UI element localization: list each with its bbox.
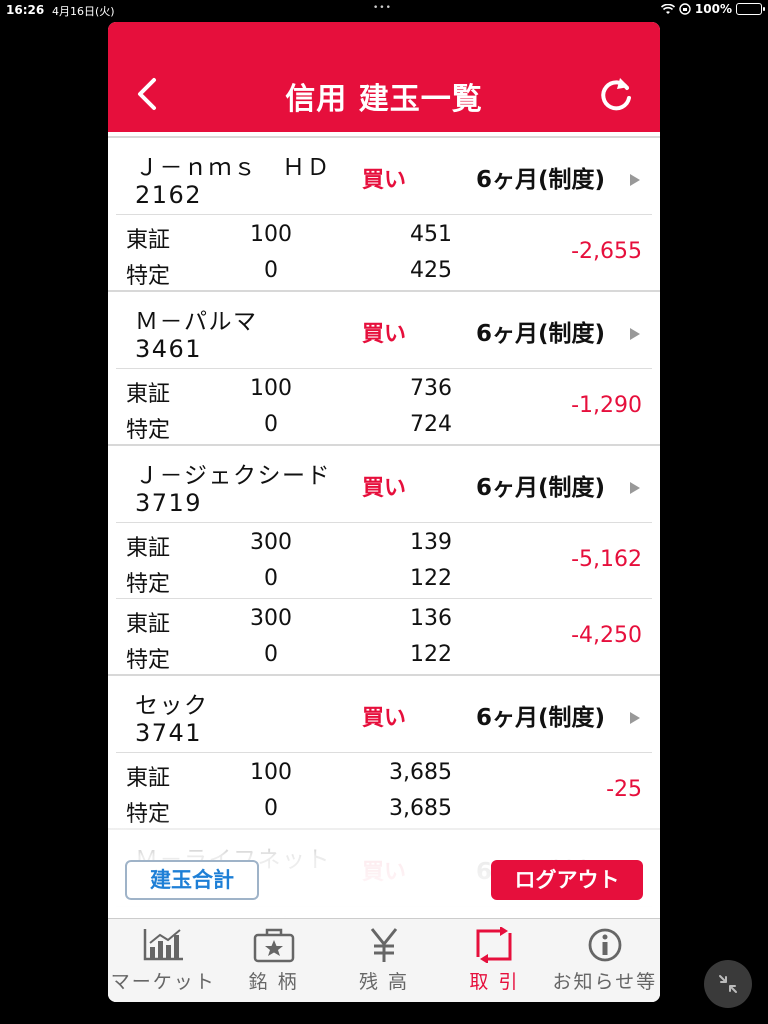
position-row[interactable]: 東証 特定 100 0 3,685 3,685 -25 [116, 752, 652, 828]
entry-price: 139 [410, 530, 452, 555]
stock-item: Ｊ－ｎｍｓ ＨＤ 2162 買い 6ヶ月(制度) 東証 特定 100 0 451… [108, 136, 660, 290]
tab-1[interactable]: 銘 柄 [218, 919, 328, 1002]
collapse-arrows-icon [719, 975, 737, 993]
profit-loss: -25 [606, 777, 642, 802]
account-type: 特定 [126, 802, 171, 827]
status-bar: 16:26 4月16日(火) ••• 100% [0, 0, 768, 20]
stock-name: セック [135, 693, 209, 719]
stock-name: Ｊ－ｎｍｓ ＨＤ [135, 155, 331, 181]
order-quantity: 0 [264, 258, 278, 283]
stock-item: セック 3741 買い 6ヶ月(制度) 東証 特定 100 0 3,685 3,… [108, 674, 660, 828]
status-right: 100% [660, 2, 765, 16]
account-type: 特定 [126, 418, 171, 443]
multitask-dots-icon: ••• [373, 3, 392, 13]
stock-code: 3461 [135, 335, 203, 363]
battery-percent: 100% [694, 2, 732, 16]
margin-term: 6ヶ月(制度) [476, 321, 606, 347]
tab-bar: マーケット 銘 柄 残 高 取 引 お知らせ等 [108, 918, 660, 1002]
position-total-button[interactable]: 建玉合計 [125, 860, 259, 900]
tab-0[interactable]: マーケット [108, 919, 218, 1002]
market-label: 東証 [126, 612, 171, 637]
trade-side: 買い [362, 322, 407, 347]
stock-header[interactable]: Ｊ－ｎｍｓ ＨＤ 2162 買い 6ヶ月(制度) [108, 138, 660, 214]
position-quantity: 100 [250, 376, 292, 401]
current-price: 122 [410, 642, 452, 667]
stock-item: Ｍ－パルマ 3461 買い 6ヶ月(制度) 東証 特定 100 0 736 72… [108, 290, 660, 444]
position-row[interactable]: 東証 特定 300 0 139 122 -5,162 [116, 522, 652, 598]
position-row[interactable]: 東証 特定 300 0 136 122 -4,250 [116, 598, 652, 674]
market-label: 東証 [126, 536, 171, 561]
margin-term: 6ヶ月(制度) [476, 475, 606, 501]
position-quantity: 100 [250, 760, 292, 785]
position-row[interactable]: 東証 特定 100 0 451 425 -2,655 [116, 214, 652, 290]
account-type: 特定 [126, 264, 171, 289]
entry-price: 736 [410, 376, 452, 401]
trade-side: 買い [362, 706, 407, 731]
stock-header[interactable]: セック 3741 買い 6ヶ月(制度) [108, 676, 660, 752]
disclosure-arrow-icon [630, 174, 640, 186]
account-type: 特定 [126, 648, 171, 673]
trade-side: 買い [362, 476, 407, 501]
account-type: 特定 [126, 572, 171, 597]
stock-item: Ｊ－ジェクシード 3719 買い 6ヶ月(制度) 東証 特定 300 0 139… [108, 444, 660, 674]
disclosure-arrow-icon [630, 328, 640, 340]
position-row[interactable]: 東証 100 555 [116, 906, 652, 918]
tab-label: マーケット [110, 971, 216, 993]
current-price: 122 [410, 566, 452, 591]
position-quantity: 300 [250, 530, 292, 555]
stock-header[interactable]: Ｍ－パルマ 3461 買い 6ヶ月(制度) [108, 292, 660, 368]
orientation-lock-icon [679, 3, 691, 15]
profit-loss: -5,162 [571, 547, 642, 572]
order-quantity: 0 [264, 642, 278, 667]
market-label: 東証 [126, 382, 171, 407]
current-price: 724 [410, 412, 452, 437]
wifi-icon [660, 3, 675, 14]
entry-price: 136 [410, 606, 452, 631]
position-row[interactable]: 東証 特定 100 0 736 724 -1,290 [116, 368, 652, 444]
profit-loss: -4,250 [571, 623, 642, 648]
stock-name: Ｊ－ジェクシード [135, 463, 331, 489]
status-date: 4月16日(火) [52, 5, 115, 18]
tab-label: 取 引 [469, 971, 520, 993]
disclosure-arrow-icon [630, 482, 640, 494]
stock-code: 3741 [135, 719, 203, 747]
stock-code: 2162 [135, 181, 203, 209]
refresh-icon[interactable] [596, 74, 636, 114]
trade-side: 買い [362, 168, 407, 193]
page-title: 信用 建玉一覧 [285, 82, 483, 117]
stock-code: 3719 [135, 489, 203, 517]
trade-side: 買い [362, 860, 407, 885]
order-quantity: 0 [264, 412, 278, 437]
margin-term: 6ヶ月(制度) [476, 167, 606, 193]
collapse-button[interactable] [704, 960, 752, 1008]
position-quantity: 300 [250, 606, 292, 631]
header-bar: 信用 建玉一覧 [108, 22, 660, 132]
order-quantity: 0 [264, 566, 278, 591]
stock-name: Ｍ－パルマ [135, 309, 258, 335]
status-time: 16:26 [6, 3, 45, 17]
margin-term: 6ヶ月(制度) [476, 705, 606, 731]
logout-button[interactable]: ログアウト [491, 860, 643, 900]
order-quantity: 0 [264, 796, 278, 821]
battery-icon [736, 3, 765, 15]
entry-price: 3,685 [389, 760, 452, 785]
profit-loss: -2,655 [571, 239, 642, 264]
entry-price: 451 [410, 222, 452, 247]
disclosure-arrow-icon [630, 712, 640, 724]
market-label: 東証 [126, 228, 171, 253]
tab-4[interactable]: お知らせ等 [550, 919, 660, 1002]
tab-label: 銘 柄 [248, 971, 299, 993]
tab-2[interactable]: 残 高 [329, 919, 439, 1002]
current-price: 3,685 [389, 796, 452, 821]
position-quantity: 100 [250, 222, 292, 247]
stock-header[interactable]: Ｊ－ジェクシード 3719 買い 6ヶ月(制度) [108, 446, 660, 522]
profit-loss: -1,290 [571, 393, 642, 418]
tab-3[interactable]: 取 引 [439, 919, 549, 1002]
app-window: 信用 建玉一覧 Ｊ－ｎｍｓ ＨＤ 2162 買い 6ヶ月(制度) 東証 特定 1… [108, 22, 660, 1002]
market-label: 東証 [126, 766, 171, 791]
tab-label: 残 高 [358, 971, 410, 993]
tab-label: お知らせ等 [552, 971, 658, 993]
position-list[interactable]: Ｊ－ｎｍｓ ＨＤ 2162 買い 6ヶ月(制度) 東証 特定 100 0 451… [108, 136, 660, 918]
current-price: 425 [410, 258, 452, 283]
